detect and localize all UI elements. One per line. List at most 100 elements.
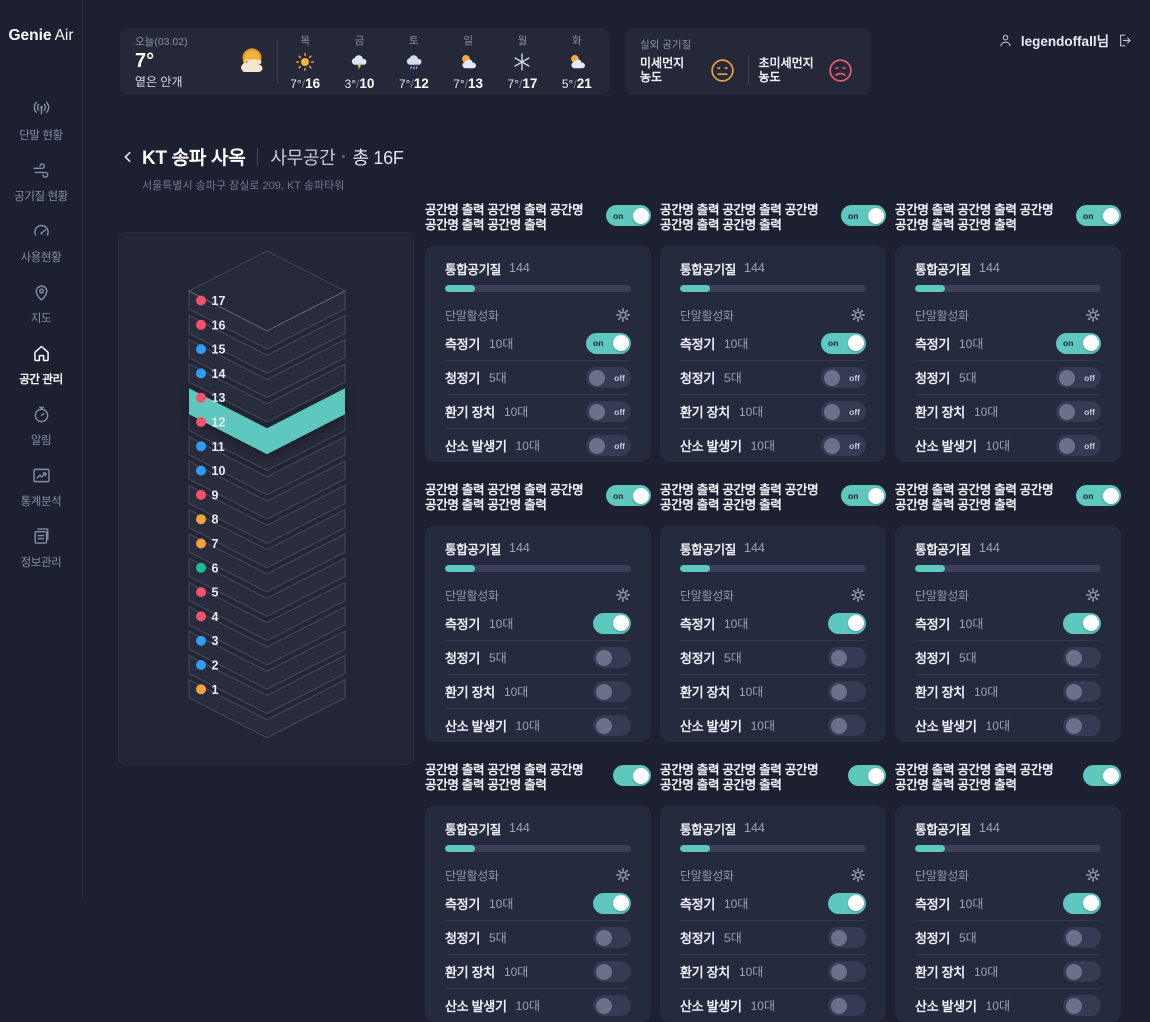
space-power-toggle[interactable]: on [606,205,651,226]
air-quality-index-value: 144 [744,261,765,275]
gear-icon[interactable] [850,867,866,883]
sidebar-item-지도[interactable]: 지도 [0,274,83,335]
forecast-temps: 7°/12 [399,76,429,91]
logout-icon[interactable] [1116,32,1133,49]
device-name: 청정기 [680,368,715,387]
toggle-knob [589,404,605,420]
outdoor-air-title: 실외 공기질 [640,37,856,52]
device-list: 측정기 10대 on 청정기 5대 off 환기 장치 10대 off 산소 발… [915,326,1101,462]
device-toggle-청정기[interactable] [593,927,631,948]
device-toggle-환기장치[interactable] [593,961,631,982]
gear-icon[interactable] [615,307,631,323]
device-toggle-산소발생기[interactable]: off [1056,435,1101,456]
device-toggle-산소발생기[interactable] [828,995,866,1016]
sidebar-item-알림[interactable]: 알림 [0,396,83,457]
gear-icon[interactable] [1085,867,1101,883]
device-toggle-환기장치[interactable]: off [821,401,866,422]
device-toggle-산소발생기[interactable]: off [821,435,866,456]
space-power-toggle[interactable]: on [841,205,886,226]
device-toggle-측정기[interactable] [1063,893,1101,914]
device-toggle-환기장치[interactable] [1063,961,1101,982]
device-toggle-산소발생기[interactable] [1063,995,1101,1016]
device-count: 10대 [516,997,540,1014]
device-row: 측정기 10대 [445,606,631,640]
space-power-toggle[interactable] [848,765,886,786]
sidebar-item-통계분석[interactable]: 통계분석 [0,457,83,518]
space-power-toggle[interactable]: on [606,485,651,506]
space-card: 공간명 출력 공간명 출력 공간명공간명 출력 공간명 출력 통합공기질 144… [660,763,886,1022]
air-quality-index-label: 통합공기질 [445,819,501,838]
device-toggle-측정기[interactable] [828,893,866,914]
gear-icon[interactable] [615,867,631,883]
gear-icon[interactable] [1085,307,1101,323]
device-name: 청정기 [680,928,715,947]
space-card: 공간명 출력 공간명 출력 공간명공간명 출력 공간명 출력 on 통합공기질 … [895,203,1121,462]
device-row: 환기 장치 10대 [915,674,1101,708]
space-power-toggle[interactable]: on [841,485,886,506]
device-toggle-측정기[interactable]: on [586,333,631,354]
space-card-title: 공간명 출력 공간명 출력 공간명공간명 출력 공간명 출력 [895,483,1053,513]
device-toggle-산소발생기[interactable] [593,995,631,1016]
device-toggle-환기장치[interactable] [1063,681,1101,702]
space-card-title: 공간명 출력 공간명 출력 공간명공간명 출력 공간명 출력 [660,763,818,793]
space-power-toggle[interactable]: on [1076,485,1121,506]
device-toggle-측정기[interactable]: on [1056,333,1101,354]
device-toggle-산소발생기[interactable] [1063,715,1101,736]
device-activation-label: 단말활성화 [445,587,499,604]
device-row: 측정기 10대 on [445,326,631,360]
app-logo: GenieAir [8,27,73,45]
device-toggle-청정기[interactable] [1063,927,1101,948]
sidebar-item-사용현황[interactable]: 사용현황 [0,213,83,274]
device-toggle-산소발생기[interactable] [593,715,631,736]
device-toggle-청정기[interactable]: off [1056,367,1101,388]
device-toggle-측정기[interactable] [593,613,631,634]
device-toggle-청정기[interactable] [828,927,866,948]
back-button[interactable] [120,149,136,165]
device-toggle-환기장치[interactable] [828,681,866,702]
toggle-state-label: off [1084,373,1095,383]
sidebar-item-공기질현황[interactable]: 공기질 현황 [0,152,83,213]
air-quality-progress-fill [680,845,710,852]
toggle-knob [1066,718,1082,734]
sidebar-item-정보관리[interactable]: 정보관리 [0,518,83,579]
device-toggle-산소발생기[interactable]: off [586,435,631,456]
device-toggle-청정기[interactable] [593,647,631,668]
device-toggle-산소발생기[interactable] [828,715,866,736]
sidebar-item-공간관리[interactable]: 공간 관리 [0,335,83,396]
space-power-toggle[interactable]: on [1076,205,1121,226]
forecast-day-label: 일 [463,33,473,48]
user-name: legendoffall님 [1021,30,1109,50]
gear-icon[interactable] [850,587,866,603]
sidebar: GenieAir 단말 현황 공기질 현황 사용현황 지도 공간 관리 알림 통… [0,0,83,899]
device-toggle-청정기[interactable]: off [586,367,631,388]
toggle-state-label: off [614,373,625,383]
device-toggle-환기장치[interactable]: off [1056,401,1101,422]
gear-icon[interactable] [615,587,631,603]
device-toggle-청정기[interactable] [828,647,866,668]
svg-text:16: 16 [212,318,226,332]
toggle-knob [831,964,847,980]
device-toggle-청정기[interactable] [1063,647,1101,668]
device-toggle-환기장치[interactable]: off [586,401,631,422]
toggle-knob [824,404,840,420]
device-toggle-측정기[interactable]: on [821,333,866,354]
device-toggle-환기장치[interactable] [593,681,631,702]
device-toggle-측정기[interactable] [828,613,866,634]
building-name: KT 송파 사옥 [142,143,245,170]
outdoor-air-card: 실외 공기질 미세먼지농도 초미세먼지농도 [625,28,871,95]
space-power-toggle[interactable] [613,765,651,786]
space-card-body: 통합공기질 144 단말활성화 측정기 10대 on 청정기 5대 off 환기… [660,245,886,462]
device-toggle-청정기[interactable]: off [821,367,866,388]
air-quality-index-label: 통합공기질 [680,539,736,558]
air-quality-progress [680,285,866,292]
device-toggle-측정기[interactable] [593,893,631,914]
gear-icon[interactable] [1085,587,1101,603]
gear-icon[interactable] [850,307,866,323]
space-power-toggle[interactable] [1083,765,1121,786]
device-toggle-환기장치[interactable] [828,961,866,982]
device-toggle-측정기[interactable] [1063,613,1101,634]
sidebar-item-단말현황[interactable]: 단말 현황 [0,91,83,152]
toggle-knob [596,998,612,1014]
toggle-state-label: off [849,407,860,417]
sidebar-item-label: 단말 현황 [19,127,63,143]
